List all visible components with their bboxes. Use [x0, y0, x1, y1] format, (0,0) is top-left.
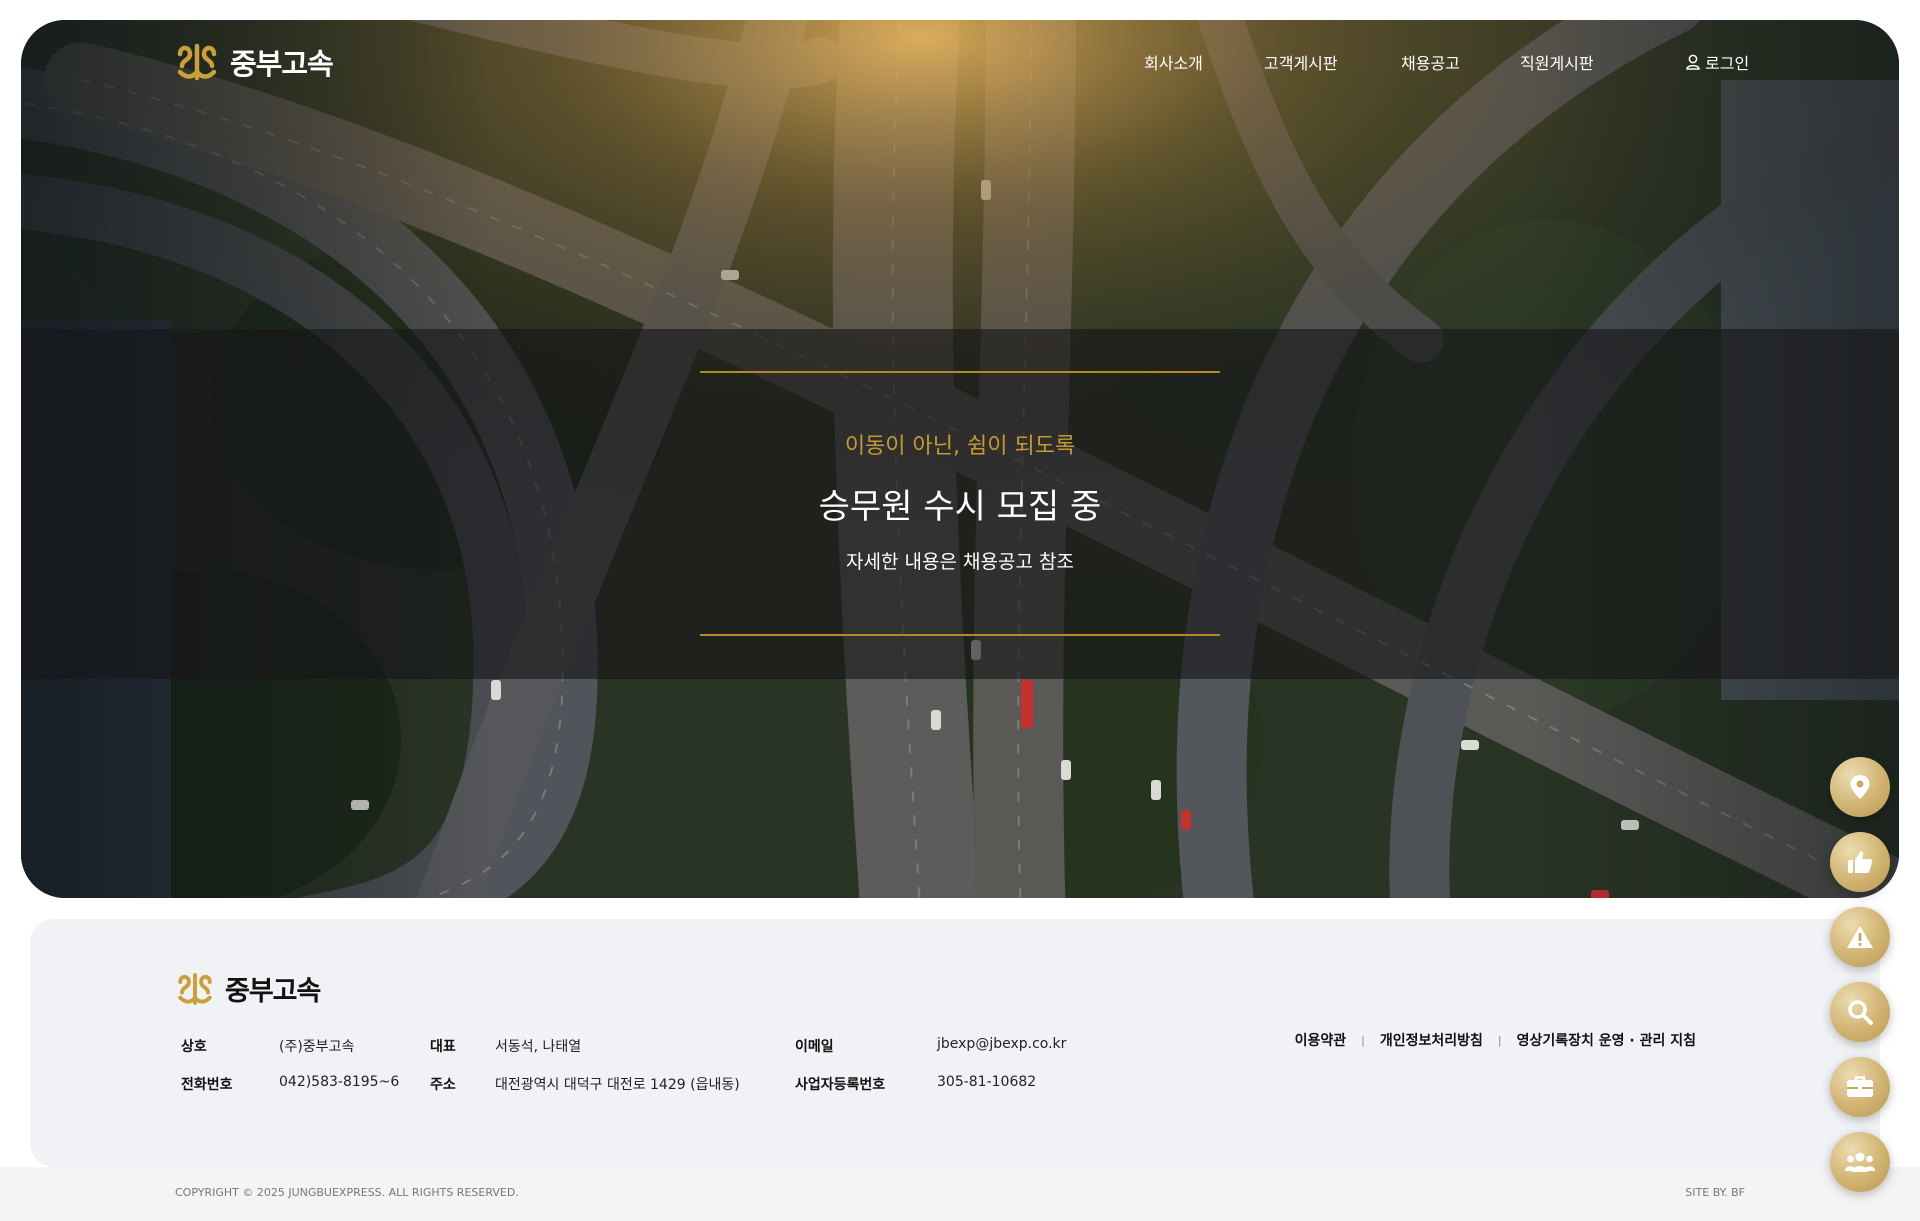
footer: 중부고속 상호 (주)중부고속 대표 서동석, 나태열 이메일 jbexp@jb…: [30, 919, 1880, 1167]
link-separator: |: [1361, 1033, 1365, 1047]
quick-search-button[interactable]: [1830, 982, 1890, 1042]
thumbs-up-icon: [1848, 851, 1873, 873]
hero-subtitle: 이동이 아닌, 쉼이 되도록: [844, 434, 1076, 459]
quick-recruitment-button[interactable]: [1830, 1057, 1890, 1117]
quick-location-button[interactable]: [1830, 757, 1890, 817]
briefcase-icon: [1847, 1076, 1873, 1097]
terms-link[interactable]: 이용약관: [1295, 1030, 1347, 1050]
quick-compliment-button[interactable]: [1830, 832, 1890, 892]
location-pin-icon: [1850, 775, 1870, 799]
email-value: jbexp@jbexp.co.kr: [937, 1036, 1067, 1052]
main-navigation: 회사소개 고객게시판 채용공고 직원게시판: [21, 50, 1899, 78]
login-label: 로그인: [1705, 54, 1750, 73]
jungbu-emblem-icon: [178, 972, 212, 1005]
warning-icon: [1847, 926, 1873, 948]
nav-item-recruitment[interactable]: 채용공고: [1401, 50, 1460, 74]
copyright-bar: COPYRIGHT © 2025 JUNGBUEXPRESS. ALL RIGH…: [0, 1167, 1920, 1221]
address-label: 주소: [430, 1077, 456, 1093]
email-label: 이메일: [795, 1039, 834, 1055]
footer-logo[interactable]: 중부고속: [175, 969, 321, 1008]
nav-item-company[interactable]: 회사소개: [1144, 50, 1203, 74]
company-label: 상호: [181, 1039, 207, 1055]
company-value: (주)중부고속: [279, 1039, 355, 1055]
site-by-text: SITE BY. BF: [1685, 1186, 1745, 1199]
hero-title: 승무원 수시 모집 중: [818, 487, 1102, 527]
user-icon: [1686, 54, 1700, 70]
divider-bottom: [700, 634, 1220, 636]
business-number-label: 사업자등록번호: [795, 1077, 886, 1093]
nav-item-staff-board[interactable]: 직원게시판: [1520, 50, 1594, 74]
search-icon: [1848, 1000, 1873, 1025]
business-number-value: 305-81-10682: [937, 1074, 1037, 1090]
phone-value: 042)583-8195~6: [279, 1074, 400, 1090]
ceo-value: 서동석, 나태열: [495, 1039, 582, 1055]
privacy-policy-link[interactable]: 개인정보처리방침: [1380, 1030, 1483, 1050]
quick-report-button[interactable]: [1830, 907, 1890, 967]
login-button[interactable]: 로그인: [1686, 50, 1749, 74]
nav-item-customer-board[interactable]: 고객게시판: [1264, 50, 1338, 74]
users-icon: [1845, 1152, 1875, 1172]
footer-brand-name: 중부고속: [225, 976, 321, 1007]
hero-banner: 중부고속 회사소개 고객게시판 채용공고 직원게시판 로그인 이동이 아닌, 쉼…: [21, 20, 1899, 898]
address-value: 대전광역시 대덕구 대전로 1429 (읍내동): [495, 1077, 740, 1093]
copyright-text: COPYRIGHT © 2025 JUNGBUEXPRESS. ALL RIGH…: [175, 1186, 519, 1199]
footer-links: 이용약관 | 개인정보처리방침 | 영상기록장치 운영 · 관리 지침: [1295, 1030, 1696, 1050]
cctv-policy-link[interactable]: 영상기록장치 운영 · 관리 지침: [1517, 1030, 1696, 1050]
quick-community-button[interactable]: [1830, 1132, 1890, 1192]
link-separator: |: [1497, 1033, 1502, 1047]
hero-description: 자세한 내용은 채용공고 참조: [846, 551, 1074, 573]
ceo-label: 대표: [430, 1039, 456, 1055]
divider-top: [700, 371, 1220, 373]
phone-label: 전화번호: [181, 1077, 233, 1093]
